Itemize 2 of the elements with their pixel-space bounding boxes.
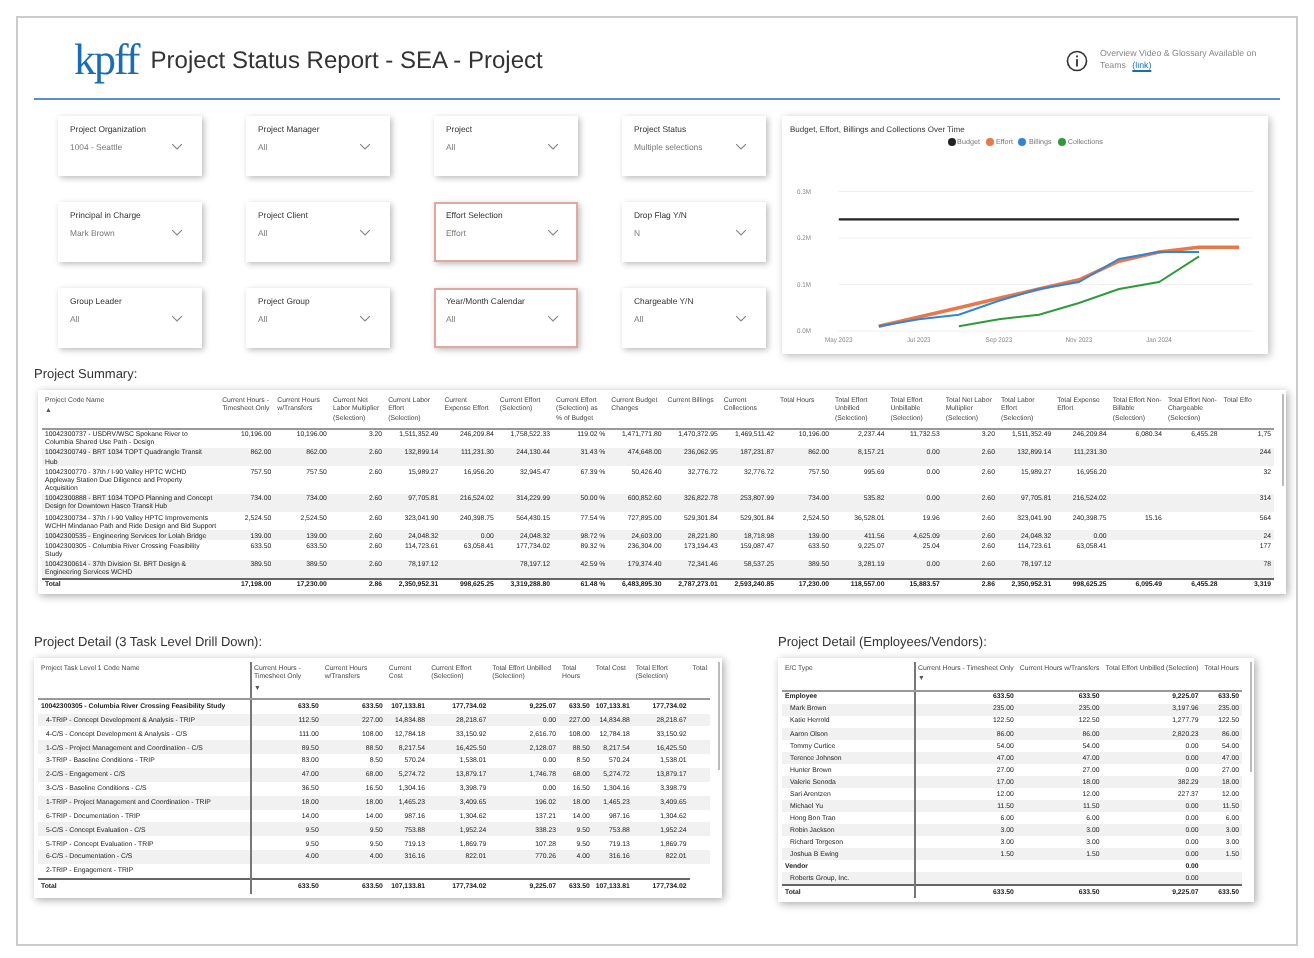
report-title: Project Status Report - SEA - Project: [150, 46, 543, 74]
company-logo: kpff: [74, 34, 139, 86]
